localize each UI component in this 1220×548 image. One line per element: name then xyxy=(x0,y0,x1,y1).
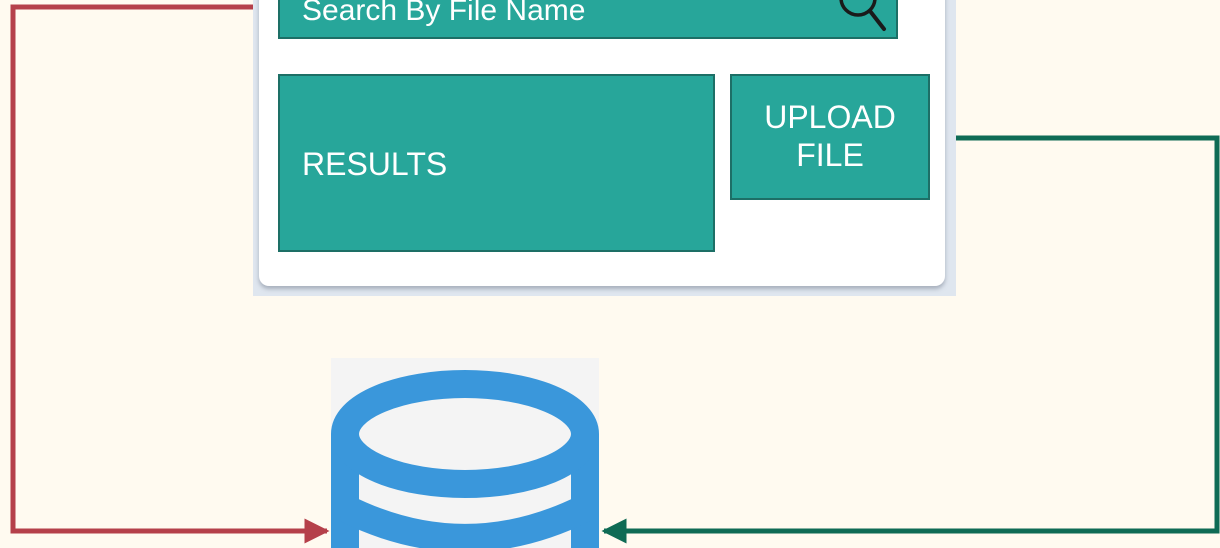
results-panel: RESULTS xyxy=(278,74,715,252)
search-input[interactable]: Search By File Name xyxy=(278,0,898,39)
search-placeholder: Search By File Name xyxy=(302,0,586,27)
results-label: RESULTS xyxy=(302,146,448,182)
search-icon[interactable] xyxy=(832,0,892,38)
database-icon xyxy=(331,370,599,548)
upload-file-label: UPLOAD FILE xyxy=(764,99,896,173)
upload-file-button[interactable]: UPLOAD FILE xyxy=(730,74,930,200)
